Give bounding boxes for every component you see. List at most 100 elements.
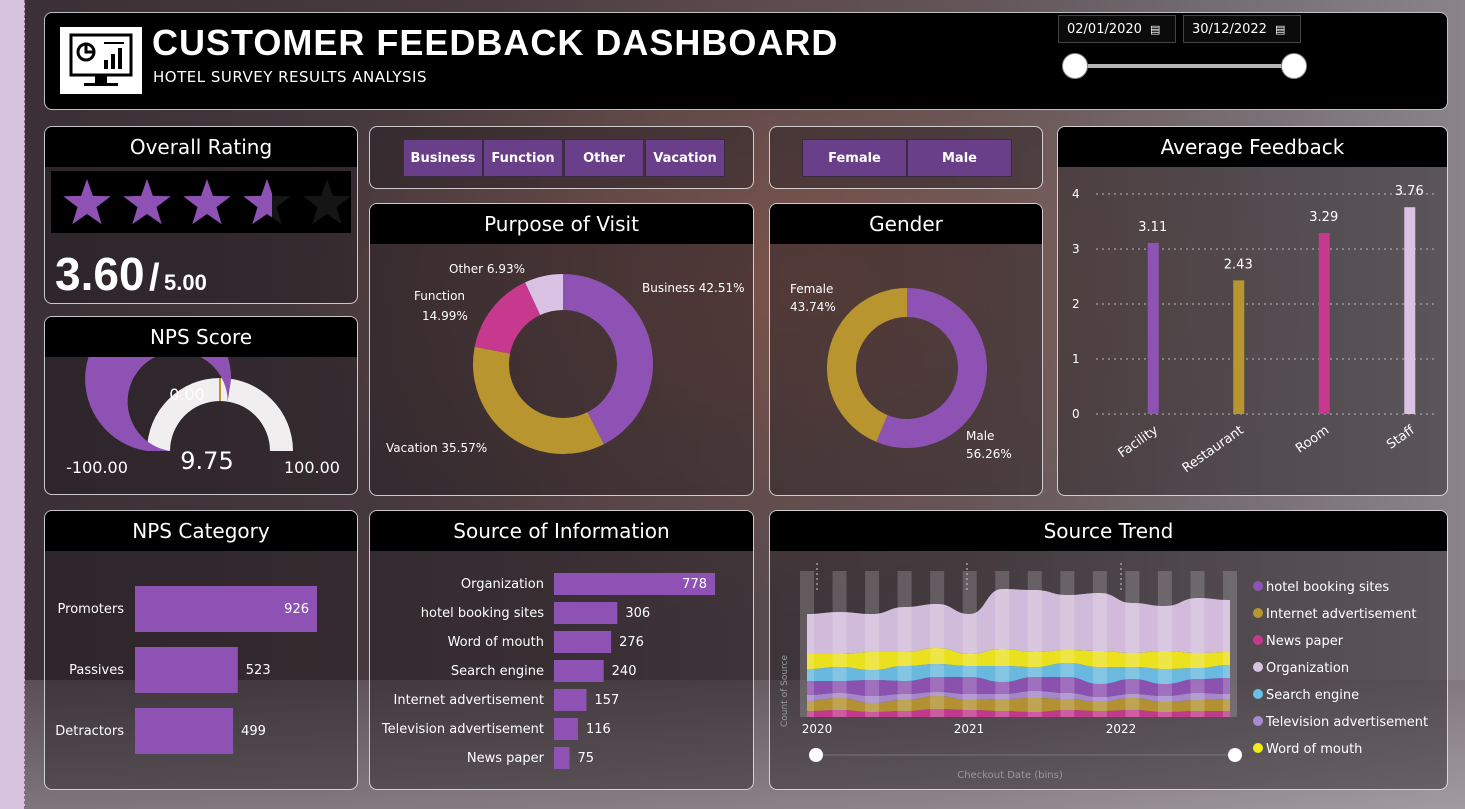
avg-y-tick: 1: [1072, 352, 1080, 366]
purpose-of-visit-card: Purpose of Visit Business 42.51% Vacatio…: [369, 203, 754, 496]
trend-bin-band: [832, 571, 847, 717]
nps-category-value-label: 499: [241, 724, 266, 739]
avg-x-tick-label: Staff: [1384, 422, 1418, 452]
overall-rating-card: Overall Rating 3.60 / 5.00: [44, 126, 358, 304]
average-feedback-title: Average Feedback: [1058, 127, 1447, 167]
nps-target-label: 0.00: [169, 385, 205, 404]
source-info-bar[interactable]: [554, 631, 612, 653]
nps-category-bar[interactable]: [135, 647, 238, 693]
star-rating: [51, 171, 351, 233]
source-info-bar[interactable]: [554, 718, 579, 740]
trend-bin-band: [962, 571, 977, 717]
source-of-information-card: Source of Information Organization 778 hot…: [369, 510, 754, 790]
nps-category-value-label: 523: [246, 663, 271, 678]
avg-bar-room[interactable]: [1318, 233, 1330, 414]
trend-legend-label: Organization: [1266, 661, 1349, 676]
trend-range-slider-end-handle[interactable]: [1228, 748, 1242, 762]
source-of-information-bar-chart: Organization 778 hotel booking sites 306 Wor…: [381, 573, 715, 769]
trend-legend-swatch: [1253, 743, 1263, 753]
source-info-category-label: Search engine: [451, 664, 544, 679]
purpose-filter-business-button[interactable]: Business: [403, 139, 483, 177]
source-info-category-label: Internet advertisement: [394, 693, 544, 708]
start-date-input[interactable]: 02/01/2020 ▤: [1058, 15, 1176, 43]
nps-category-title: NPS Category: [45, 511, 357, 551]
source-info-category-label: Organization: [461, 577, 544, 592]
avg-value-label: 2.43: [1224, 257, 1253, 272]
trend-bin-band: [1092, 571, 1107, 717]
trend-legend-swatch: [1253, 608, 1263, 618]
avg-x-tick-label: Facility: [1116, 423, 1162, 461]
nps-max-label: 100.00: [284, 458, 340, 477]
nps-gauge: 9.75 0.00 -100.00 100.00: [66, 357, 340, 477]
trend-x-axis-label: Checkout Date (bins): [957, 770, 1063, 781]
avg-bar-restaurant[interactable]: [1233, 280, 1245, 414]
gender-donut-chart: Female 43.74% Male 56.26%: [790, 282, 1012, 461]
source-info-category-label: News paper: [467, 751, 545, 766]
source-trend-card: Source Trend Count of Source Checkout Da…: [769, 510, 1448, 790]
trend-legend-label: Search engine: [1266, 688, 1359, 703]
source-trend-area-chart: Count of Source Checkout Date (bins) 202…: [780, 563, 1428, 781]
purpose-filter-vacation-button[interactable]: Vacation: [645, 139, 725, 177]
avg-x-tick-label: Restaurant: [1180, 423, 1247, 476]
trend-x-tick: 2021: [954, 722, 985, 736]
gender-filter-male-button[interactable]: Male: [907, 139, 1012, 177]
avg-bar-facility[interactable]: [1147, 242, 1159, 414]
nps-min-label: -100.00: [66, 458, 128, 477]
gender-filter-female-button[interactable]: Female: [802, 139, 907, 177]
source-info-bar[interactable]: [554, 660, 604, 682]
source-of-information-title: Source of Information: [370, 511, 753, 551]
end-date-input[interactable]: 30/12/2022 ▤: [1183, 15, 1301, 43]
source-info-value-label: 306: [625, 606, 650, 621]
avg-bar-staff[interactable]: [1404, 207, 1416, 414]
nps-category-bar[interactable]: [135, 708, 234, 754]
overall-rating-value: 3.60: [55, 248, 145, 300]
overall-rating-max: 5.00: [164, 270, 207, 295]
purpose-label-function: Function: [414, 289, 465, 303]
avg-y-tick: 3: [1072, 242, 1080, 256]
left-edge-strip: [0, 0, 25, 809]
purpose-label-vacation: Vacation 35.57%: [386, 441, 487, 455]
nps-score-title: NPS Score: [45, 317, 357, 357]
trend-y-axis-label: Count of Source: [780, 655, 790, 727]
trend-bin-band: [1125, 571, 1140, 717]
end-date-value: 30/12/2022: [1192, 21, 1267, 37]
trend-x-tick: 2022: [1106, 722, 1137, 736]
nps-category-value-label: 926: [284, 602, 309, 617]
nps-category-category-label: Detractors: [55, 724, 124, 739]
source-info-category-label: Television advertisement: [381, 722, 544, 737]
avg-y-tick: 0: [1072, 407, 1080, 421]
gender-label-male: Male: [966, 429, 994, 443]
source-info-value-label: 778: [682, 577, 707, 592]
source-info-value-label: 240: [612, 664, 637, 679]
trend-bin-band: [1027, 571, 1042, 717]
source-info-bar[interactable]: [554, 689, 587, 711]
purpose-label-function-pct: 14.99%: [422, 309, 468, 323]
nps-score-card: NPS Score 9.75 0.00 -100.00 100.00: [44, 316, 358, 495]
source-info-category-label: Word of mouth: [448, 635, 544, 650]
nps-category-bar-chart: Promoters 926 Passives 523 Detractors 499: [55, 586, 317, 754]
start-date-value: 02/01/2020: [1067, 21, 1142, 37]
trend-range-slider-start-handle[interactable]: [809, 748, 823, 762]
star-icon: [183, 179, 231, 225]
avg-y-tick: 2: [1072, 297, 1080, 311]
source-info-bar[interactable]: [554, 602, 618, 624]
nps-category-category-label: Promoters: [58, 602, 125, 617]
source-info-bar[interactable]: [554, 747, 570, 769]
date-slider-handle-start[interactable]: [1062, 53, 1088, 79]
trend-legend-swatch: [1253, 635, 1263, 645]
date-slider-handle-end[interactable]: [1281, 53, 1307, 79]
trend-legend-swatch: [1253, 716, 1263, 726]
average-feedback-card: Average Feedback 0 1 2 3 4 3.11 Facility 2.43 Re…: [1057, 126, 1448, 496]
trend-bin-band: [1060, 571, 1075, 717]
date-slider-track[interactable]: [1075, 64, 1295, 68]
trend-bin-band: [800, 571, 814, 717]
avg-value-label: 3.29: [1309, 210, 1338, 225]
purpose-slice-vacation[interactable]: [473, 346, 604, 455]
avg-value-label: 3.11: [1138, 220, 1167, 235]
purpose-filter-function-button[interactable]: Function: [483, 139, 563, 177]
trend-bin-band: [897, 571, 912, 717]
purpose-filter-other-button[interactable]: Other: [564, 139, 644, 177]
avg-x-tick-label: Room: [1293, 423, 1332, 457]
dashboard-subtitle: HOTEL SURVEY RESULTS ANALYSIS: [153, 68, 428, 86]
nps-category-category-label: Passives: [69, 663, 124, 678]
